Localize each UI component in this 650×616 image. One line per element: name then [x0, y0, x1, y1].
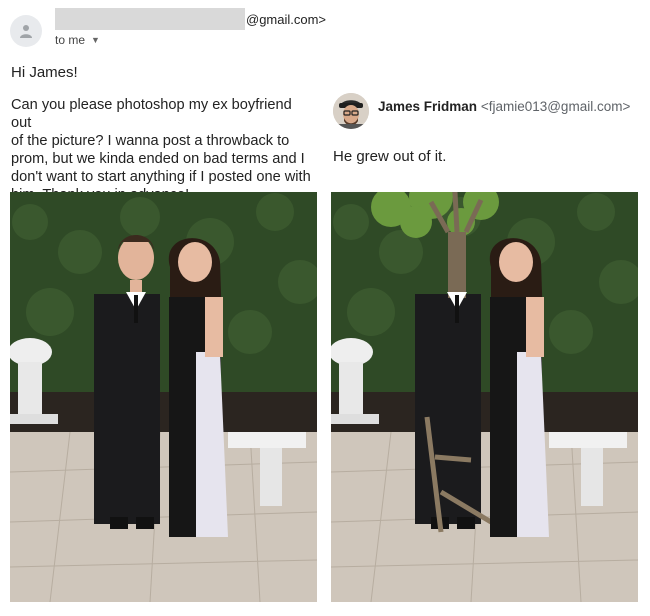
reply-sender-avatar [333, 93, 369, 129]
email-body: Can you please photoshop my ex boyfriend… [11, 97, 311, 203]
reply-sender-name[interactable]: James Fridman [378, 99, 477, 114]
sender-email[interactable]: @gmail.com> [55, 6, 326, 32]
redacted-sender-name [55, 8, 245, 30]
email-greeting: Hi James! [11, 64, 78, 81]
recipient-label: to me [55, 33, 86, 47]
sender-email-domain: @gmail.com> [246, 11, 327, 27]
caret-down-icon[interactable]: ▼ [91, 35, 100, 45]
reply-message: He grew out of it. [333, 148, 447, 165]
person-icon [20, 25, 32, 38]
sender-avatar [10, 15, 42, 47]
reply-header: James Fridman <fjamie013@gmail.com> [378, 99, 630, 114]
recipient-details[interactable]: to me ▼ [55, 33, 100, 47]
original-photo [10, 192, 317, 602]
edited-photo [331, 192, 638, 602]
reply-sender-email: <fjamie013@gmail.com> [480, 99, 631, 114]
